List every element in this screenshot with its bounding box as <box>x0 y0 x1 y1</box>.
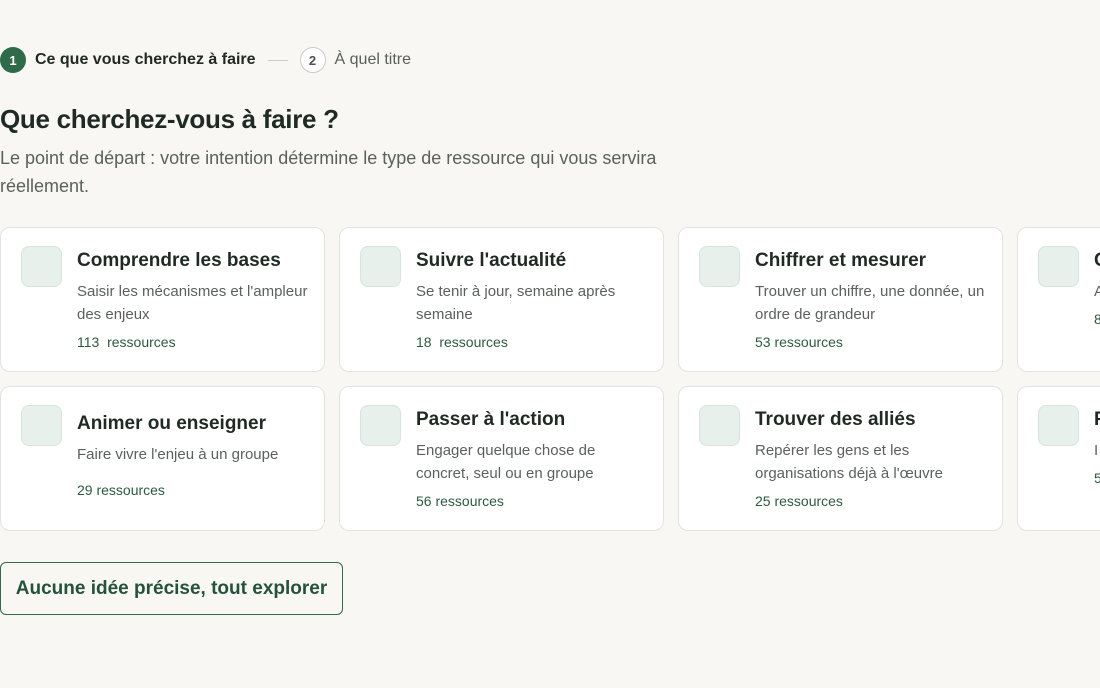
intent-card-title: Comprendre les bases <box>77 250 281 271</box>
intent-icon <box>360 246 401 287</box>
intent-icon <box>360 405 401 446</box>
step-separator <box>267 59 288 61</box>
stepper: 1 Ce que vous cherchez à faire 2 À quel … <box>0 46 411 74</box>
intent-card-title: Animer ou enseigner <box>77 413 266 434</box>
intent-card-title: P <box>1094 407 1100 433</box>
step-2-label: À quel titre <box>334 51 412 68</box>
intent-card-comprendre-les-bases[interactable]: Comprendre les bases Saisir les mécanism… <box>0 227 325 372</box>
intent-card-description: Saisir les mécanismes et l'ampleur des e… <box>77 283 308 323</box>
intent-card-count: 5 <box>1094 470 1100 486</box>
intent-card-count: 25 ressources <box>755 493 843 509</box>
intent-icon <box>1038 405 1079 446</box>
intent-card-partial-right-2[interactable]: P I p 5 <box>1017 386 1100 531</box>
intent-card-animer-ou-enseigner[interactable]: Animer ou enseigner Faire vivre l'enjeu … <box>0 386 325 531</box>
intent-icon <box>699 246 740 287</box>
intent-icon <box>21 405 62 446</box>
intent-card-title: Trouver des alliés <box>755 409 916 430</box>
intent-card-description: Repérer les gens et les organisations dé… <box>755 442 943 482</box>
intent-card-title: Passer à l'action <box>416 409 566 430</box>
intent-card-passer-a-l-action[interactable]: Passer à l'action Engager quelque chose … <box>339 386 664 531</box>
intent-card-title: Chiffrer et mesurer <box>755 250 927 271</box>
intent-card-suivre-l-actualite[interactable]: Suivre l'actualité Se tenir à jour, sema… <box>339 227 664 372</box>
intent-icon <box>21 246 62 287</box>
intent-card-description: I p <box>1094 442 1100 459</box>
intent-card-description: Se tenir à jour, semaine après semaine <box>416 283 616 323</box>
intent-card-trouver-des-allies[interactable]: Trouver des alliés Repérer les gens et l… <box>678 386 1003 531</box>
intent-card-description: A u <box>1094 283 1100 300</box>
intent-card-count: 18 ressources <box>416 334 508 350</box>
intent-card-description: Faire vivre l'enjeu à un groupe <box>77 446 279 463</box>
intent-card-title: Suivre l'actualité <box>416 250 567 271</box>
intent-card-count: 113 ressources <box>77 334 176 350</box>
step-1-label: Ce que vous cherchez à faire <box>35 51 256 68</box>
step-2-number: 2 <box>299 47 326 73</box>
intent-card-description: Engager quelque chose de concret, seul o… <box>416 442 596 482</box>
intent-card-count: 8 <box>1094 311 1100 327</box>
intent-icon <box>699 405 740 446</box>
step-1-number: 1 <box>0 47 26 73</box>
intent-card-chiffrer-et-mesurer[interactable]: Chiffrer et mesurer Trouver un chiffre, … <box>678 227 1003 372</box>
page-title: Que cherchez-vous à faire ? <box>0 104 339 134</box>
intent-card-partial-right-1[interactable]: C A u 8 <box>1017 227 1100 372</box>
intent-card-description: Trouver un chiffre, une donnée, un ordre… <box>755 283 985 323</box>
intent-card-count: 53 ressources <box>755 334 843 350</box>
intent-card-title: C <box>1094 248 1100 274</box>
intent-card-count: 29 ressources <box>77 482 165 498</box>
page-subtitle: Le point de départ : votre intention dét… <box>0 148 657 196</box>
explore-all-button[interactable]: Aucune idée précise, tout explorer <box>0 562 343 615</box>
intent-icon <box>1038 246 1079 287</box>
intent-grid: Comprendre les bases Saisir les mécanism… <box>0 227 1100 532</box>
intent-card-count: 56 ressources <box>416 493 504 509</box>
